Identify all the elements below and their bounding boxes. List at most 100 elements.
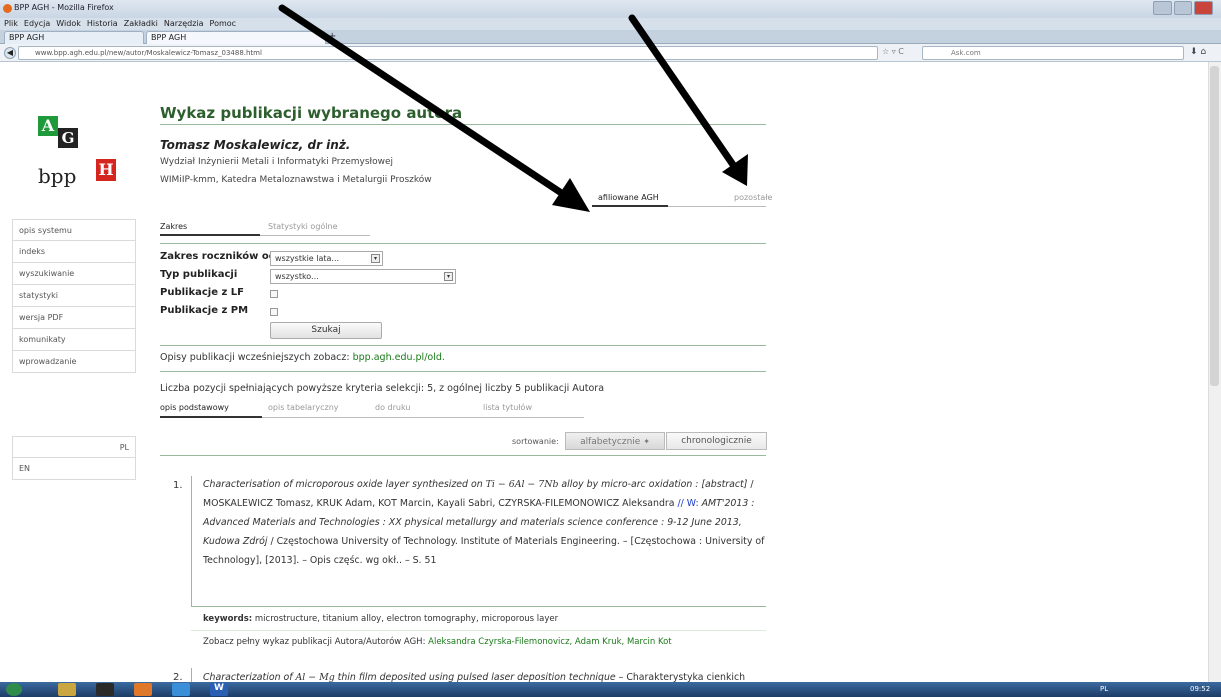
close-button[interactable] <box>1194 1 1214 15</box>
publication-title: Characterization of <box>203 672 296 682</box>
divider <box>160 345 766 346</box>
sidebar-item-komunikaty[interactable]: komunikaty <box>12 329 136 351</box>
sort-chronological-button[interactable]: chronologicznie <box>666 432 767 450</box>
sidebar-item-wprowadzanie[interactable]: wprowadzanie <box>12 351 136 373</box>
pm-checkbox[interactable] <box>270 308 278 316</box>
menu-zakladki[interactable]: Zakładki <box>124 18 158 30</box>
window-titlebar: BPP AGH - Mozilla Firefox <box>0 0 1221 18</box>
tab-lista-tytulow[interactable]: lista tytułów <box>483 403 532 412</box>
older-publications-text: Opisy publikacji wcześniejszych zobacz: … <box>160 352 445 363</box>
publication-title: Characterisation of microporous oxide la… <box>203 479 486 490</box>
firefox-icon <box>3 4 12 13</box>
menu-plik[interactable]: Plik <box>4 18 18 30</box>
browser-tab[interactable]: BPP AGH <box>4 31 144 44</box>
menu-widok[interactable]: Widok <box>56 18 81 30</box>
lang-en[interactable]: EN <box>12 458 136 480</box>
publication-entry: Characterization of Al − Mg thin film de… <box>203 668 769 682</box>
bookmark-star-icon[interactable]: ☆ ▿ C <box>882 47 918 59</box>
media-player-icon[interactable] <box>96 683 114 696</box>
start-button[interactable] <box>6 683 22 696</box>
divider <box>160 124 766 125</box>
sort-arrow-icon: ✦ <box>643 437 650 446</box>
clock[interactable]: 09:52 <box>1190 685 1210 693</box>
tab-statystyki-ogolne[interactable]: Statystyki ogólne <box>268 222 338 231</box>
type-select-value: wszystko... <box>275 272 319 281</box>
page-content: A G bpp H opis systemu indeks wyszukiwan… <box>0 62 1208 688</box>
publication-title: alloy by micro-arc oxidation : [abstract… <box>558 479 748 490</box>
tab-opis-tabelaryczny[interactable]: opis tabelaryczny <box>268 403 339 412</box>
logo-bpp: bpp <box>38 164 77 188</box>
author-faculty: Wydział Inżynierii Metali i Informatyki … <box>160 157 393 167</box>
publication-title: thin film deposited using pulsed laser d… <box>334 672 616 682</box>
window-controls <box>1153 1 1214 15</box>
browser-tab-active[interactable]: BPP AGH <box>146 31 326 44</box>
new-tab-icon[interactable]: + <box>328 31 342 43</box>
lf-label: Publikacje z LF <box>160 287 244 298</box>
aff-tab-line <box>668 206 766 207</box>
result-count: Liczba pozycji spełniających powyższe kr… <box>160 383 605 394</box>
menu-historia[interactable]: Historia <box>87 18 118 30</box>
keywords-label: keywords: <box>203 614 253 624</box>
publisher: / Częstochowa University of Technology. … <box>203 536 765 566</box>
firefox-taskbar-icon[interactable] <box>134 683 152 696</box>
sidebar-item-wyszukiwanie[interactable]: wyszukiwanie <box>12 263 136 285</box>
sort-label: sortowanie: <box>512 437 559 446</box>
keywords-value: microstructure, titanium alloy, electron… <box>254 614 559 624</box>
tab-afiliowane-agh[interactable]: afiliowane AGH <box>598 193 659 202</box>
view-tab-underline <box>160 416 262 418</box>
page-title: Wykaz publikacji wybranego autora <box>160 104 463 122</box>
sort-alphabetical-button[interactable]: alfabetycznie ✦ <box>565 432 665 450</box>
sort-alpha-label: alfabetycznie <box>580 437 641 447</box>
formula: Ti − 6Al − 7Nb <box>485 479 559 490</box>
dropdown-arrow-icon: ▾ <box>444 272 453 281</box>
coauthors-prefix: Zobacz pełny wykaz publikacji Autora/Aut… <box>203 637 429 647</box>
tab-zakres[interactable]: Zakres <box>160 222 187 231</box>
tab-bar: BPP AGH BPP AGH + <box>0 30 1221 44</box>
ie-icon[interactable] <box>172 683 190 696</box>
view-tab-line <box>262 417 584 418</box>
url-bar[interactable]: www.bpp.agh.edu.pl/new/autor/Moskalewicz… <box>18 46 878 60</box>
menu-edycja[interactable]: Edycja <box>24 18 50 30</box>
language-indicator[interactable]: PL <box>1100 685 1108 693</box>
window-title: BPP AGH - Mozilla Firefox <box>14 3 114 12</box>
taskbar: W PL 09:52 <box>0 682 1221 697</box>
search-button[interactable]: Szukaj <box>270 322 382 339</box>
maximize-button[interactable] <box>1173 1 1193 15</box>
publication-bar <box>191 476 192 606</box>
scrollbar-thumb[interactable] <box>1210 66 1219 386</box>
divider <box>191 630 766 631</box>
back-icon[interactable]: ◀ <box>4 47 16 59</box>
lf-checkbox[interactable] <box>270 290 278 298</box>
tab-opis-podstawowy[interactable]: opis podstawowy <box>160 403 229 412</box>
sidebar-item-wersja-pdf[interactable]: wersja PDF <box>12 307 136 329</box>
tab-do-druku[interactable]: do druku <box>375 403 410 412</box>
publication-number: 1. <box>173 480 183 491</box>
menu-narzedzia[interactable]: Narzędzia <box>164 18 204 30</box>
year-select[interactable]: wszystkie lata... ▾ <box>270 251 383 266</box>
explorer-icon[interactable] <box>58 683 76 696</box>
sidebar-item-statystyki[interactable]: statystyki <box>12 285 136 307</box>
menu-pomoc[interactable]: Pomoc <box>210 18 237 30</box>
word-icon[interactable]: W <box>210 683 228 696</box>
year-label: Zakres roczników od <box>160 251 276 262</box>
lang-pl[interactable]: PL <box>12 436 136 458</box>
search-input[interactable]: Ask.com <box>922 46 1184 60</box>
divider <box>160 455 766 456</box>
older-prefix: Opisy publikacji wcześniejszych zobacz: <box>160 352 353 363</box>
type-select[interactable]: wszystko... ▾ <box>270 269 456 284</box>
in-link[interactable]: // W: <box>675 498 698 509</box>
author-name: Tomasz Moskalewicz, dr inż. <box>160 138 351 152</box>
coauthors-links[interactable]: Aleksandra Czyrska-Filemonovicz, Adam Kr… <box>428 637 671 647</box>
logo-a: A <box>38 116 58 136</box>
menu-bar: Plik Edycja Widok Historia Zakładki Narz… <box>0 18 1221 30</box>
tab-underline <box>160 234 260 236</box>
minimize-button[interactable] <box>1153 1 1172 15</box>
toolbar-icons[interactable]: ⬇ ⌂ <box>1190 47 1218 59</box>
divider <box>160 371 766 372</box>
dropdown-arrow-icon: ▾ <box>371 254 380 263</box>
publication-entry: Characterisation of microporous oxide la… <box>203 475 769 570</box>
sidebar-item-opis-systemu[interactable]: opis systemu <box>12 219 136 241</box>
sidebar-item-indeks[interactable]: indeks <box>12 241 136 263</box>
older-publications-link[interactable]: bpp.agh.edu.pl/old. <box>353 352 445 363</box>
tab-pozostale[interactable]: pozostałe <box>734 193 772 202</box>
